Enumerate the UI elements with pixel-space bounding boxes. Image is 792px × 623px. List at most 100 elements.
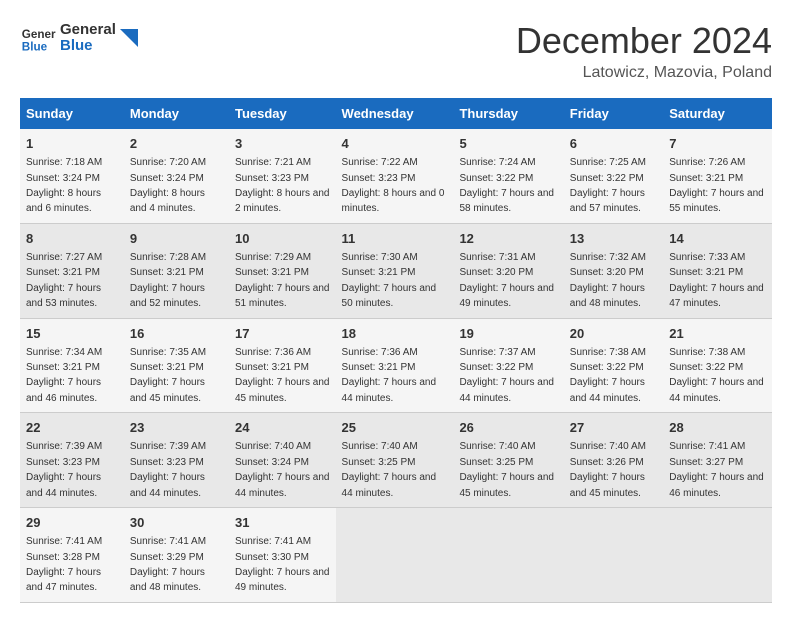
day-cell: 14Sunrise: 7:33 AMSunset: 3:21 PMDayligh…: [663, 223, 772, 318]
day-cell: 3 Sunrise: 7:21 AMSunset: 3:23 PMDaylight…: [229, 129, 336, 223]
day-number: 26: [459, 419, 557, 437]
day-info: Sunrise: 7:27 AMSunset: 3:21 PMDaylight:…: [26, 252, 102, 309]
day-cell: 31Sunrise: 7:41 AMSunset: 3:30 PMDayligh…: [229, 508, 336, 603]
day-number: 5: [459, 135, 557, 153]
day-info: Sunrise: 7:29 AMSunset: 3:21 PMDaylight:…: [235, 252, 330, 309]
day-cell: 19Sunrise: 7:37 AMSunset: 3:22 PMDayligh…: [453, 318, 563, 413]
day-number: 14: [669, 230, 766, 248]
svg-text:Blue: Blue: [22, 41, 48, 54]
day-cell: 26 Sunrise: 7:40 AMSunset: 3:25 PMDayligh…: [453, 413, 563, 508]
day-cell: [453, 508, 563, 603]
day-number: 3: [235, 135, 330, 153]
svg-text:General: General: [22, 28, 56, 41]
day-number: 11: [342, 230, 448, 248]
day-cell: 18 Sunrise: 7:36 AMSunset: 3:21 PMDayligh…: [336, 318, 454, 413]
day-number: 12: [459, 230, 557, 248]
day-info: Sunrise: 7:28 AMSunset: 3:21 PMDaylight:…: [130, 252, 206, 309]
day-cell: 15 Sunrise: 7:34 AMSunset: 3:21 PMDayligh…: [20, 318, 124, 413]
day-number: 18: [342, 325, 448, 343]
page-header: General Blue General Blue December 2024 …: [20, 20, 772, 82]
day-cell: 12 Sunrise: 7:31 AMSunset: 3:20 PMDayligh…: [453, 223, 563, 318]
day-cell: 6 Sunrise: 7:25 AMSunset: 3:22 PMDaylight…: [564, 129, 663, 223]
day-cell: 25Sunrise: 7:40 AMSunset: 3:25 PMDayligh…: [336, 413, 454, 508]
day-number: 15: [26, 325, 118, 343]
day-info: Sunrise: 7:40 AMSunset: 3:25 PMDaylight:…: [459, 441, 554, 498]
day-info: Sunrise: 7:36 AMSunset: 3:21 PMDaylight:…: [342, 347, 437, 404]
day-cell: [663, 508, 772, 603]
day-info: Sunrise: 7:26 AMSunset: 3:21 PMDaylight:…: [669, 157, 764, 214]
day-number: 24: [235, 419, 330, 437]
day-info: Sunrise: 7:21 AMSunset: 3:23 PMDaylight:…: [235, 157, 330, 214]
day-cell: 1 Sunrise: 7:18 AMSunset: 3:24 PMDaylight…: [20, 129, 124, 223]
day-info: Sunrise: 7:38 AMSunset: 3:22 PMDaylight:…: [570, 347, 646, 404]
day-number: 6: [570, 135, 657, 153]
day-cell: 29Sunrise: 7:41 AMSunset: 3:28 PMDayligh…: [20, 508, 124, 603]
logo-icon: General Blue: [20, 20, 56, 56]
day-cell: 17Sunrise: 7:36 AMSunset: 3:21 PMDayligh…: [229, 318, 336, 413]
header-saturday: Saturday: [663, 98, 772, 129]
header-sunday: Sunday: [20, 98, 124, 129]
day-info: Sunrise: 7:22 AMSunset: 3:23 PMDaylight:…: [342, 157, 445, 214]
location: Latowicz, Mazovia, Poland: [516, 64, 772, 82]
week-row-2: 8 Sunrise: 7:27 AMSunset: 3:21 PMDaylight…: [20, 223, 772, 318]
day-info: Sunrise: 7:40 AMSunset: 3:24 PMDaylight:…: [235, 441, 330, 498]
day-cell: 9 Sunrise: 7:28 AMSunset: 3:21 PMDaylight…: [124, 223, 229, 318]
day-info: Sunrise: 7:36 AMSunset: 3:21 PMDaylight:…: [235, 347, 330, 404]
header-wednesday: Wednesday: [336, 98, 454, 129]
logo-triangle-icon: [120, 29, 138, 47]
day-number: 21: [669, 325, 766, 343]
day-cell: [564, 508, 663, 603]
day-info: Sunrise: 7:32 AMSunset: 3:20 PMDaylight:…: [570, 252, 646, 309]
week-row-3: 15 Sunrise: 7:34 AMSunset: 3:21 PMDayligh…: [20, 318, 772, 413]
day-number: 20: [570, 325, 657, 343]
day-cell: 13 Sunrise: 7:32 AMSunset: 3:20 PMDayligh…: [564, 223, 663, 318]
day-number: 29: [26, 514, 118, 532]
day-cell: 20 Sunrise: 7:38 AMSunset: 3:22 PMDayligh…: [564, 318, 663, 413]
day-number: 8: [26, 230, 118, 248]
header-thursday: Thursday: [453, 98, 563, 129]
day-info: Sunrise: 7:39 AMSunset: 3:23 PMDaylight:…: [26, 441, 102, 498]
day-info: Sunrise: 7:24 AMSunset: 3:22 PMDaylight:…: [459, 157, 554, 214]
day-number: 16: [130, 325, 223, 343]
month-title: December 2024: [516, 20, 772, 62]
logo: General Blue General Blue: [20, 20, 138, 56]
day-info: Sunrise: 7:41 AMSunset: 3:29 PMDaylight:…: [130, 536, 206, 593]
day-number: 9: [130, 230, 223, 248]
day-number: 7: [669, 135, 766, 153]
day-info: Sunrise: 7:34 AMSunset: 3:21 PMDaylight:…: [26, 347, 102, 404]
day-info: Sunrise: 7:30 AMSunset: 3:21 PMDaylight:…: [342, 252, 437, 309]
day-cell: 24 Sunrise: 7:40 AMSunset: 3:24 PMDayligh…: [229, 413, 336, 508]
title-block: December 2024 Latowicz, Mazovia, Poland: [516, 20, 772, 82]
day-cell: 7 Sunrise: 7:26 AMSunset: 3:21 PMDaylight…: [663, 129, 772, 223]
header-tuesday: Tuesday: [229, 98, 336, 129]
day-cell: 30Sunrise: 7:41 AMSunset: 3:29 PMDayligh…: [124, 508, 229, 603]
day-number: 27: [570, 419, 657, 437]
day-cell: 22 Sunrise: 7:39 AMSunset: 3:23 PMDayligh…: [20, 413, 124, 508]
week-row-1: 1 Sunrise: 7:18 AMSunset: 3:24 PMDaylight…: [20, 129, 772, 223]
day-number: 22: [26, 419, 118, 437]
day-number: 19: [459, 325, 557, 343]
day-cell: 21 Sunrise: 7:38 AMSunset: 3:22 PMDayligh…: [663, 318, 772, 413]
day-cell: 10Sunrise: 7:29 AMSunset: 3:21 PMDayligh…: [229, 223, 336, 318]
day-cell: 2Sunrise: 7:20 AMSunset: 3:24 PMDaylight…: [124, 129, 229, 223]
day-info: Sunrise: 7:18 AMSunset: 3:24 PMDaylight:…: [26, 157, 102, 214]
calendar-table: SundayMondayTuesdayWednesdayThursdayFrid…: [20, 98, 772, 603]
day-cell: 11 Sunrise: 7:30 AMSunset: 3:21 PMDayligh…: [336, 223, 454, 318]
day-cell: 27 Sunrise: 7:40 AMSunset: 3:26 PMDayligh…: [564, 413, 663, 508]
week-row-5: 29Sunrise: 7:41 AMSunset: 3:28 PMDayligh…: [20, 508, 772, 603]
day-number: 1: [26, 135, 118, 153]
week-row-4: 22 Sunrise: 7:39 AMSunset: 3:23 PMDayligh…: [20, 413, 772, 508]
header-row: SundayMondayTuesdayWednesdayThursdayFrid…: [20, 98, 772, 129]
day-info: Sunrise: 7:40 AMSunset: 3:26 PMDaylight:…: [570, 441, 646, 498]
day-info: Sunrise: 7:25 AMSunset: 3:22 PMDaylight:…: [570, 157, 646, 214]
day-number: 4: [342, 135, 448, 153]
day-number: 23: [130, 419, 223, 437]
day-cell: 28Sunrise: 7:41 AMSunset: 3:27 PMDayligh…: [663, 413, 772, 508]
day-number: 25: [342, 419, 448, 437]
day-info: Sunrise: 7:31 AMSunset: 3:20 PMDaylight:…: [459, 252, 554, 309]
day-info: Sunrise: 7:38 AMSunset: 3:22 PMDaylight:…: [669, 347, 764, 404]
day-info: Sunrise: 7:41 AMSunset: 3:27 PMDaylight:…: [669, 441, 764, 498]
day-number: 13: [570, 230, 657, 248]
day-info: Sunrise: 7:41 AMSunset: 3:30 PMDaylight:…: [235, 536, 330, 593]
day-info: Sunrise: 7:35 AMSunset: 3:21 PMDaylight:…: [130, 347, 206, 404]
